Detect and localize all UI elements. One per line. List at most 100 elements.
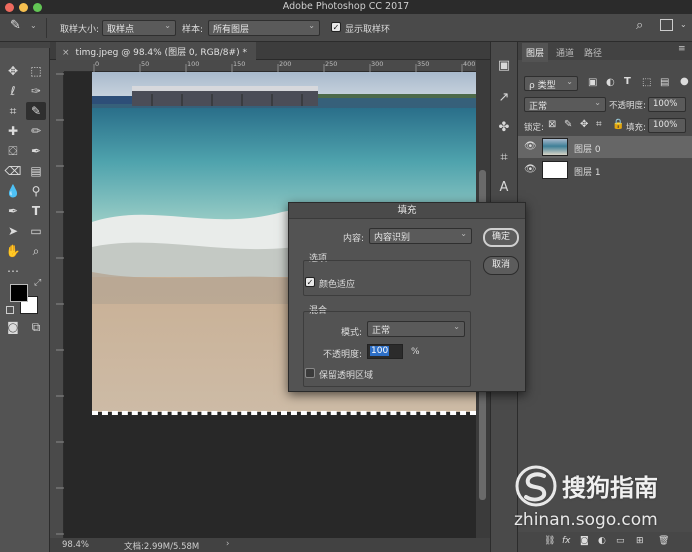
color-adapt-checkbox[interactable]: ✓	[305, 277, 315, 287]
tab-layers[interactable]: 图层	[522, 43, 549, 62]
eyedropper-tool-icon[interactable]: ✎	[26, 102, 46, 120]
curves-icon[interactable]: ↗	[494, 88, 514, 108]
chevron-down-icon: ⌄	[164, 21, 171, 30]
edit-toolbar-icon[interactable]: ⋯	[3, 262, 23, 280]
properties-icon[interactable]: ▣	[494, 56, 514, 76]
dialog-opacity-value: 100	[370, 346, 390, 356]
clone-stamp-tool-icon[interactable]: ⛋	[3, 142, 23, 160]
type-filter-icon[interactable]: T	[624, 76, 631, 87]
blend-mode-value: 正常	[529, 102, 548, 112]
mode-select[interactable]: 正常 ⌄	[367, 321, 465, 337]
healing-brush-tool-icon[interactable]: ✚	[3, 122, 23, 140]
chevron-right-icon[interactable]: ›	[226, 539, 229, 549]
show-ring-checkbox[interactable]: ✓	[331, 22, 341, 32]
gradient-tool-icon[interactable]: ▤	[26, 162, 46, 180]
shape-filter-icon[interactable]: ⬚	[642, 77, 651, 88]
visibility-eye-icon[interactable]: 👁	[524, 141, 537, 152]
move-tool-icon[interactable]: ✥	[3, 62, 23, 80]
dodge-tool-icon[interactable]: ⚲	[26, 182, 46, 200]
content-label: 内容:	[343, 234, 365, 244]
default-colors-icon[interactable]	[6, 306, 14, 314]
cancel-button[interactable]: 取消	[483, 256, 519, 275]
sample-size-value: 取样点	[107, 25, 135, 35]
tab-channels[interactable]: 通道	[552, 43, 578, 62]
shape-tool-icon[interactable]: ▭	[26, 222, 46, 240]
crop-tool-icon[interactable]: ⌗	[3, 102, 23, 120]
document-tabs: × timg.jpeg @ 98.4% (图层 0, RGB/8#) *	[50, 42, 490, 60]
lock-position-icon[interactable]: ✥	[580, 119, 588, 130]
chevron-down-icon[interactable]: ⌄	[30, 21, 37, 30]
lock-transparent-icon[interactable]: ⊠	[548, 119, 556, 130]
title-bar: Adobe Photoshop CC 2017	[0, 0, 692, 14]
ruler-label: 100	[187, 60, 200, 68]
quick-mask-icon[interactable]: ◙	[3, 318, 23, 336]
puzzle-icon[interactable]: ✤	[494, 118, 514, 138]
type-tool-icon[interactable]: T	[26, 202, 46, 220]
search-icon[interactable]: ⌕	[636, 18, 643, 33]
path-select-tool-icon[interactable]: ➤	[3, 222, 23, 240]
workspace-icon[interactable]	[660, 19, 673, 31]
brush-tool-icon[interactable]: ✏	[26, 122, 46, 140]
lock-all-icon[interactable]: 🔒	[612, 119, 624, 130]
content-value: 内容识别	[374, 233, 411, 243]
smart-object-filter-icon[interactable]: ▤	[660, 77, 669, 88]
lock-artboard-icon[interactable]: ⌗	[596, 119, 602, 130]
adjustment-filter-icon[interactable]: ◐	[606, 77, 615, 88]
opacity-field[interactable]: 100%	[648, 97, 686, 112]
sample-select[interactable]: 所有图层 ⌄	[208, 20, 320, 36]
quick-select-tool-icon[interactable]: ✑	[26, 82, 46, 100]
sample-size-label: 取样大小:	[60, 25, 100, 35]
selection-marquee	[92, 411, 476, 415]
lock-image-icon[interactable]: ✎	[564, 119, 572, 130]
marquee-tool-icon[interactable]: ⬚	[26, 62, 46, 80]
blend-mode-select[interactable]: 正常 ⌄	[524, 97, 606, 112]
chevron-down-icon: ⌄	[453, 322, 460, 331]
zoom-level[interactable]: 98.4%	[62, 540, 89, 550]
pixel-filter-icon[interactable]: ▣	[588, 77, 597, 88]
sample-size-select[interactable]: 取样点 ⌄	[102, 20, 176, 36]
ruler-label: 300	[371, 60, 384, 68]
hand-tool-icon[interactable]: ✋	[3, 242, 23, 260]
tools-panel: ✥ ⬚ ℓ ✑ ⌗ ✎ ✚ ✏ ⛋ ✒ ⌫ ▤ 💧 ⚲ ✒ T ➤ ▭ ✋ ⌕ …	[0, 42, 50, 552]
filter-toggle-icon[interactable]: ●	[680, 76, 689, 87]
screen-mode-icon[interactable]: ⧉	[26, 318, 46, 336]
chevron-down-icon[interactable]: ⌄	[680, 20, 687, 29]
foreground-color-swatch[interactable]	[10, 284, 28, 302]
preserve-transparency-checkbox[interactable]	[305, 368, 315, 378]
history-brush-tool-icon[interactable]: ✒	[26, 142, 46, 160]
crop-panel-icon[interactable]: ⌗	[494, 148, 514, 168]
panel-menu-icon[interactable]: ≡	[678, 44, 686, 54]
lasso-tool-icon[interactable]: ℓ	[3, 82, 23, 100]
eyedropper-tool-preset-icon[interactable]: ✎	[10, 18, 21, 33]
ok-button[interactable]: 确定	[483, 228, 519, 247]
layer-filter-select[interactable]: ρ 类型 ⌄	[524, 76, 578, 91]
vertical-ruler	[50, 72, 64, 538]
ruler-label: 400	[463, 60, 476, 68]
swap-colors-icon[interactable]: ⤢	[34, 278, 41, 288]
visibility-eye-icon[interactable]: 👁	[524, 164, 537, 175]
ruler-ticks	[93, 64, 463, 72]
dialog-opacity-field[interactable]: 100	[367, 344, 403, 359]
tab-paths[interactable]: 路径	[580, 43, 606, 62]
fill-label: 填充:	[626, 123, 646, 133]
chevron-down-icon: ⌄	[566, 77, 573, 86]
layer-thumbnail	[542, 161, 568, 179]
watermark-url: zhinan.sogo.com	[514, 510, 658, 530]
pen-tool-icon[interactable]: ✒	[3, 202, 23, 220]
tools-panel-grip[interactable]	[0, 42, 50, 48]
content-select[interactable]: 内容识别 ⌄	[369, 228, 472, 244]
tab-close-icon[interactable]: ×	[62, 48, 70, 58]
panel-tabs: 图层 通道 路径 ≡	[518, 42, 692, 62]
preserve-transparency-label: 保留透明区域	[319, 371, 374, 381]
document-tab-title: timg.jpeg @ 98.4% (图层 0, RGB/8#) *	[75, 48, 247, 58]
layer-row-1[interactable]: 👁 图层 1	[518, 159, 692, 181]
fill-field[interactable]: 100%	[648, 118, 686, 133]
layer-row-0[interactable]: 👁 图层 0	[518, 136, 692, 158]
lock-label: 锁定:	[524, 123, 544, 133]
zoom-tool-icon[interactable]: ⌕	[26, 242, 46, 260]
eraser-tool-icon[interactable]: ⌫	[3, 162, 23, 180]
character-icon[interactable]: A	[494, 178, 514, 198]
blur-tool-icon[interactable]: 💧	[3, 182, 23, 200]
dialog-opacity-label: 不透明度:	[323, 350, 363, 360]
document-tab[interactable]: × timg.jpeg @ 98.4% (图层 0, RGB/8#) *	[56, 42, 256, 60]
